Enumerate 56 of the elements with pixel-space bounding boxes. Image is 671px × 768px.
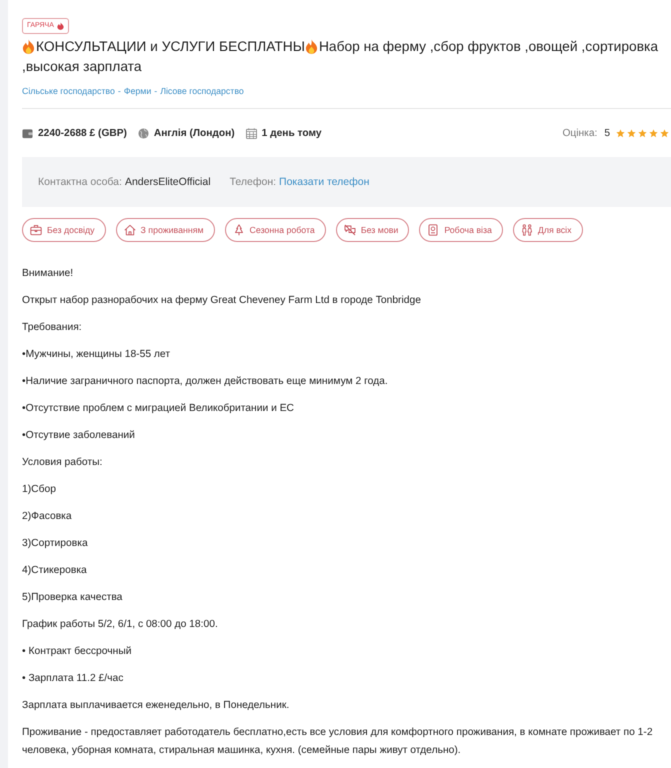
feature-tag[interactable]: Робоча віза [419,218,503,242]
description-paragraph: 3)Сортировка [22,536,89,550]
feature-tag[interactable]: Для всіх [512,218,583,242]
description-paragraph: Открыт набор разнорабочих на ферму Great Cheveney Farm Ltd в городе Tonbridge [22,294,422,308]
globe-icon [138,128,149,139]
description-paragraph: 5)Проверка качества [22,590,124,604]
passport-icon [427,224,440,236]
phone-label: Телефон: [230,176,276,188]
feature-tag[interactable]: З проживанням [116,218,215,242]
breadcrumb-link[interactable]: Сільське господарство [22,86,115,96]
rating-label: Оцінка: [562,128,598,139]
crossed-speech-bubbles-icon [344,224,356,236]
feature-tag[interactable]: Без досвіду [22,218,106,242]
description-paragraph: •Отсутствие проблем с миграцией Великобритании и ЕС [22,402,295,416]
calendar-icon [246,128,257,139]
description-paragraph: Зарплата выплачивается еженедельно, в Понедельник. [22,698,290,712]
wallet-icon [22,128,33,139]
title-text: ,высокая зарплата [22,58,142,76]
description-paragraph: •Наличие заграничного паспорта, должен действовать еще минимум 2 года. [22,374,389,388]
description-paragraph: • Зарплата 11.2 £/час [22,672,124,686]
breadcrumb-link[interactable]: Лісове господарство [160,86,244,96]
people-icon [520,224,533,236]
contact-person-label: Контактна особа: [38,176,122,188]
description-paragraph: • Контракт бессрочный [22,644,132,658]
star-icon [638,129,647,138]
description-paragraph: Требования: [22,320,83,334]
star-icon [627,129,636,138]
description-paragraph: •Отсутвие заболеваний [22,428,136,442]
feature-tag[interactable]: Сезонна робота [224,218,326,242]
description-paragraph: Внимание! [22,266,74,280]
breadcrumb-link[interactable]: Ферми [124,86,152,96]
tree-icon [232,224,245,236]
title-text: КОНСУЛЬТАЦИИ и УСЛУГИ БЕСПЛАТНЫ [36,38,305,56]
description-paragraph: Проживание - предоставляет работодатель бесплатно,есть все условия для комфортного проживания, в комнате проживает по 1-2 человека, уборная комната, стиральная машинка, кухня. (семейные пары живут отдельно). [22,726,654,758]
rating-value: 5 [604,128,610,139]
flame-icon [56,22,64,30]
salary-text: 2240-2688 £ (GBP) [38,128,127,139]
breadcrumb-separator: - [118,86,121,96]
description-paragraph: 4)Стикеровка [22,564,88,578]
description-paragraph: График работы 5/2, 6/1, с 08:00 до 18:00. [22,618,219,632]
title-text: Набор на ферму ,сбор фруктов ,овощей ,сортировка [318,38,658,56]
briefcase-icon [30,224,42,236]
description-paragraph: 1)Сбор [22,482,57,496]
star-icon [649,129,658,138]
star-icon [660,129,669,138]
show-phone-link[interactable]: Показати телефон [279,176,370,188]
posted-time-text: 1 день тому [262,128,322,139]
house-icon [124,224,136,236]
description-paragraph: Условия работы: [22,456,104,470]
feature-tag[interactable]: Без мови [336,218,410,242]
star-icon [616,129,625,138]
description-paragraph: 2)Фасовка [22,510,73,524]
contact-person-name: AndersEliteOfficial [124,176,211,188]
breadcrumb-separator: - [154,86,158,96]
description-paragraph: •Мужчины, женщины 18-55 лет [22,348,172,362]
location-text: Англія (Лондон) [154,128,235,139]
